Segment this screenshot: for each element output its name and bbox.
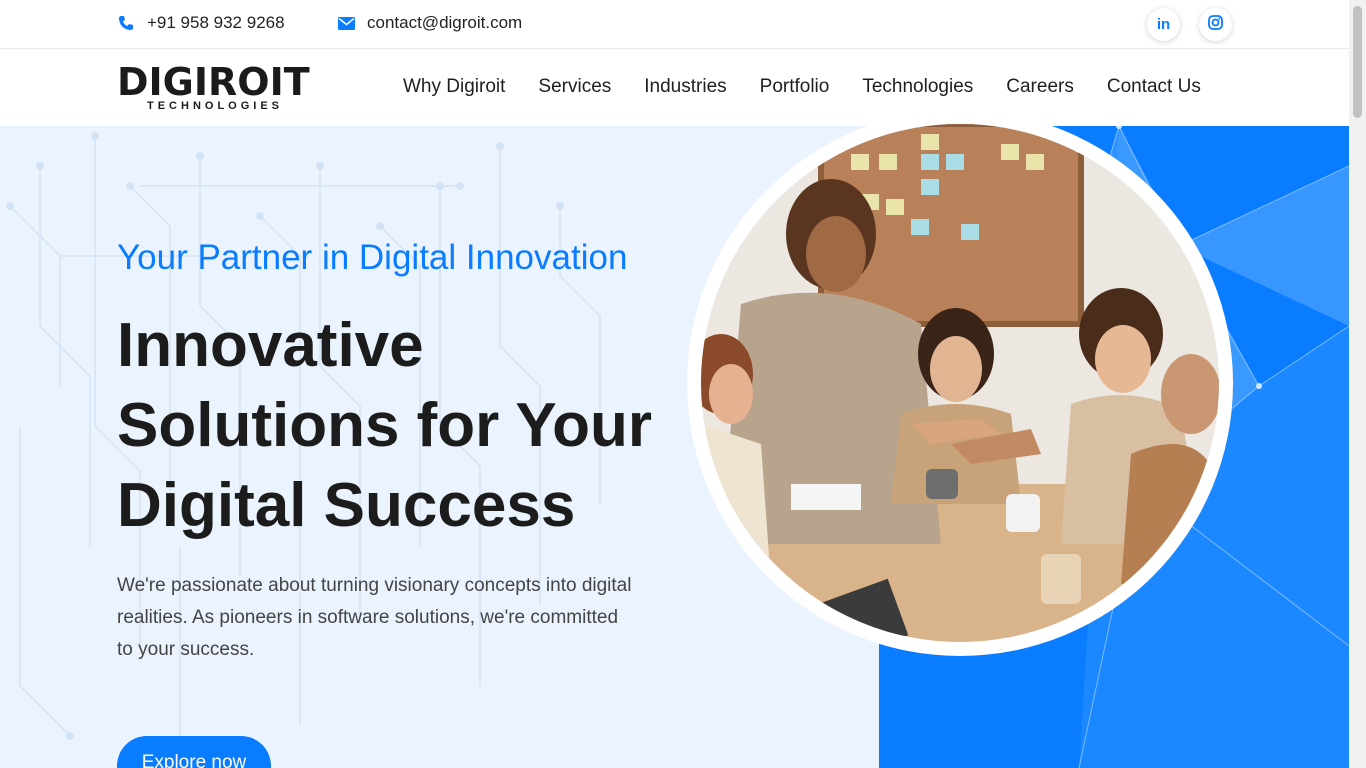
linkedin-button[interactable]: in [1147, 8, 1180, 41]
headline-line: Innovative [117, 311, 424, 380]
linkedin-icon: in [1156, 16, 1171, 33]
hero-headline: Innovative Solutions for Your Digital Su… [117, 306, 717, 546]
primary-nav: Why Digiroit Services Industries Portfol… [403, 76, 1201, 98]
explore-now-button[interactable]: Explore now [117, 736, 271, 768]
nav-why-digiroit[interactable]: Why Digiroit [403, 76, 505, 98]
nav-careers[interactable]: Careers [1006, 76, 1074, 98]
email-contact[interactable]: contact@digroit.com [337, 13, 522, 33]
headline-line: Solutions for Your [117, 391, 653, 460]
instagram-icon [1208, 15, 1223, 34]
nav-services[interactable]: Services [538, 76, 611, 98]
headline-line: Digital Success [117, 471, 576, 540]
main-navbar: DIGIROIT TECHNOLOGIES Why Digiroit Servi… [0, 50, 1349, 126]
nav-portfolio[interactable]: Portfolio [760, 76, 830, 98]
hero-tagline: Your Partner in Digital Innovation [117, 238, 628, 277]
team-handshake-photo [701, 124, 1219, 642]
hero-description: We're passionate about turning visionary… [117, 575, 632, 660]
top-contact-bar: +91 958 932 9268 contact@digroit.com in [0, 0, 1349, 49]
envelope-icon [337, 14, 355, 32]
digiroit-logo[interactable]: DIGIROIT TECHNOLOGIES [117, 62, 317, 112]
logo-wordmark: DIGIROIT [117, 60, 310, 104]
nav-technologies[interactable]: Technologies [862, 76, 973, 98]
email-address: contact@digroit.com [367, 13, 523, 32]
page-scrollbar[interactable] [1349, 0, 1366, 768]
phone-icon [117, 14, 135, 32]
phone-number: +91 958 932 9268 [147, 13, 285, 32]
nav-industries[interactable]: Industries [644, 76, 726, 98]
logo-subtitle: TECHNOLOGIES [147, 100, 284, 112]
scrollbar-thumb[interactable] [1353, 6, 1362, 118]
nav-contact-us[interactable]: Contact Us [1107, 76, 1201, 98]
instagram-button[interactable] [1199, 8, 1232, 41]
phone-contact[interactable]: +91 958 932 9268 [117, 13, 285, 33]
